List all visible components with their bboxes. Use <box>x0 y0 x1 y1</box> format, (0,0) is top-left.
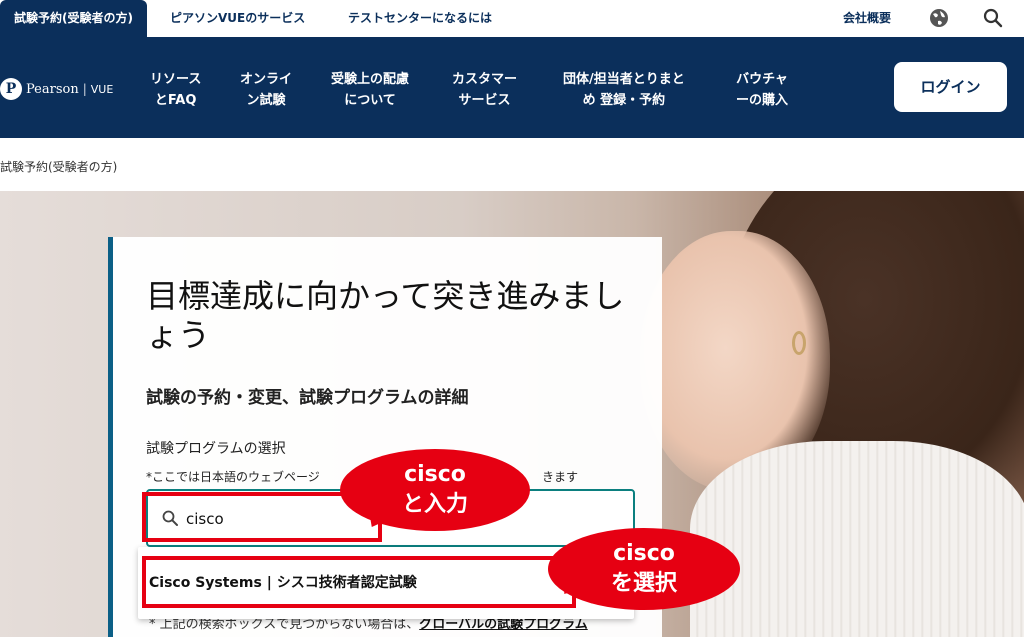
nav-item-voucher-purchase[interactable]: バウチャ ーの購入 <box>736 69 788 111</box>
hero-subtitle: 試験の予約・変更、試験プログラムの詳細 <box>146 388 469 408</box>
logo-vue: VUE <box>90 82 114 96</box>
hero-photo-blouse <box>690 441 1024 637</box>
top-utility-bar: 試験予約(受験者の方) ピアソンVUEのサービス テストセンターになるには 会社… <box>0 0 1024 37</box>
login-button[interactable]: ログイン <box>894 62 1007 112</box>
tab-pearson-services[interactable]: ピアソンVUEのサービス <box>170 0 305 37</box>
logo-word: Pearson <box>26 81 79 97</box>
program-select-label: 試験プログラムの選択 <box>146 441 286 457</box>
company-overview-link[interactable]: 会社概要 <box>843 0 891 37</box>
globe-icon[interactable] <box>929 8 949 28</box>
logo-separator: | <box>82 82 87 96</box>
callout-select-cisco: cisco を選択 <box>548 528 740 610</box>
hero-photo-earring <box>792 331 806 355</box>
pearson-logo-icon: P <box>0 78 22 100</box>
nav-item-online-exam[interactable]: オンライ ン試験 <box>240 69 292 111</box>
pearson-vue-logo[interactable]: P Pearson | VUE <box>0 76 113 102</box>
hero-title: 目標達成に向かって突き進みましょう <box>146 277 625 354</box>
nav-item-group-registration[interactable]: 団体/担当者とりまとめ 登録・予約 <box>563 69 685 111</box>
tab-become-test-center[interactable]: テストセンターになるには <box>348 0 492 37</box>
tab-exam-booking[interactable]: 試験予約(受験者の方) <box>0 0 147 37</box>
nav-item-accommodations[interactable]: 受験上の配慮 について <box>331 69 409 111</box>
main-navigation: P Pearson | VUE リソース とFAQ オンライ ン試験 受験上の配慮に… <box>0 37 1024 138</box>
callout-type-cisco: cisco と入力 <box>340 449 530 531</box>
nav-item-resources-faq[interactable]: リソース とFAQ <box>150 69 201 111</box>
search-icon[interactable] <box>983 8 1003 28</box>
language-note: *ここでは日本語のウェブページ きます <box>146 470 579 484</box>
annotation-frame-option <box>142 556 576 608</box>
breadcrumb[interactable]: 試験予約(受験者の方) <box>0 158 117 175</box>
global-programs-link[interactable]: グローバルの試験プログラム <box>419 617 587 632</box>
nav-item-customer-service[interactable]: カスタマー サービス <box>452 69 517 111</box>
